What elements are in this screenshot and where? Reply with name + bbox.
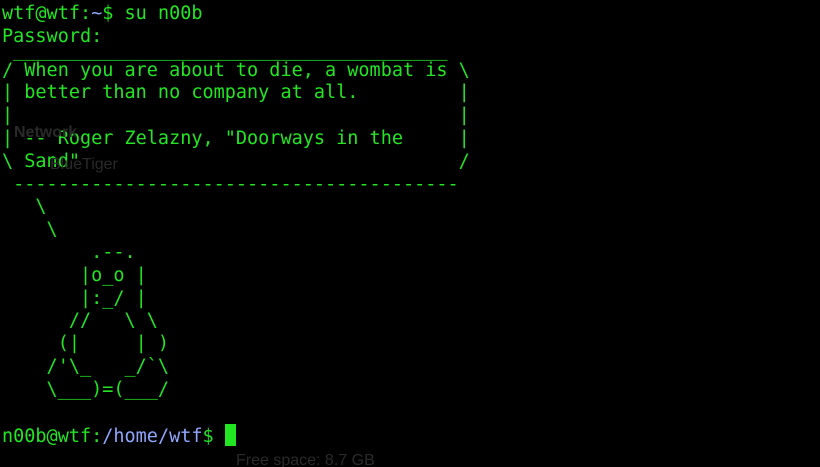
current-prompt-line[interactable]: n00b@wtf:/home/wtf$: [2, 424, 820, 447]
tux-art-line: \___)=(___/: [2, 378, 170, 400]
cowsay-line: | better than no company at all. |: [2, 82, 470, 104]
tux-art-line: .--.: [2, 241, 136, 263]
tux-art-line: // \ \: [2, 310, 158, 332]
tux-art-line: (| | ): [2, 333, 170, 355]
prompt2-symbol: $: [202, 426, 225, 448]
cowsay-line: ----------------------------------------: [2, 173, 459, 195]
command-text: su n00b: [124, 3, 203, 24]
prompt-symbol: $: [102, 3, 125, 24]
command-line: wtf@wtf:~$ su n00b: [2, 3, 820, 26]
prompt-path: ~: [91, 3, 103, 24]
cowsay-line: | -- Roger Zelazny, "Doorways in the |: [2, 127, 470, 149]
cowsay-line: \: [2, 219, 58, 241]
prompt-user: wtf@wtf: [2, 3, 80, 24]
tux-art-line: |:_/ |: [2, 287, 147, 309]
cowsay-line: / When you are about to die, a wombat is…: [2, 59, 470, 81]
prompt-colon: :: [79, 3, 92, 24]
ghost-free-space-label: Free space: 8.7 GB: [236, 452, 375, 467]
cowsay-line: \ Sand" /: [2, 150, 470, 172]
prompt2-user: n00b@wtf: [2, 426, 92, 448]
ghost-network-label: Network: [14, 124, 78, 141]
terminal-window[interactable]: Network BlueTiger Free space: 8.7 GB wtf…: [0, 0, 820, 467]
cowsay-line: | |: [2, 105, 470, 127]
cowsay-line: \: [2, 196, 47, 218]
cowsay-output: _______________________________________ …: [2, 41, 820, 402]
ghost-device-label: BlueTiger: [50, 156, 118, 173]
text-cursor[interactable]: [224, 424, 236, 447]
tux-art-line: |o_o |: [2, 264, 147, 286]
tux-art-line: /'\_ _/`\: [2, 355, 170, 377]
cowsay-line: _______________________________________: [2, 39, 448, 61]
prompt2-colon: :: [91, 426, 103, 448]
prompt2-path: /home/wtf: [102, 426, 203, 448]
